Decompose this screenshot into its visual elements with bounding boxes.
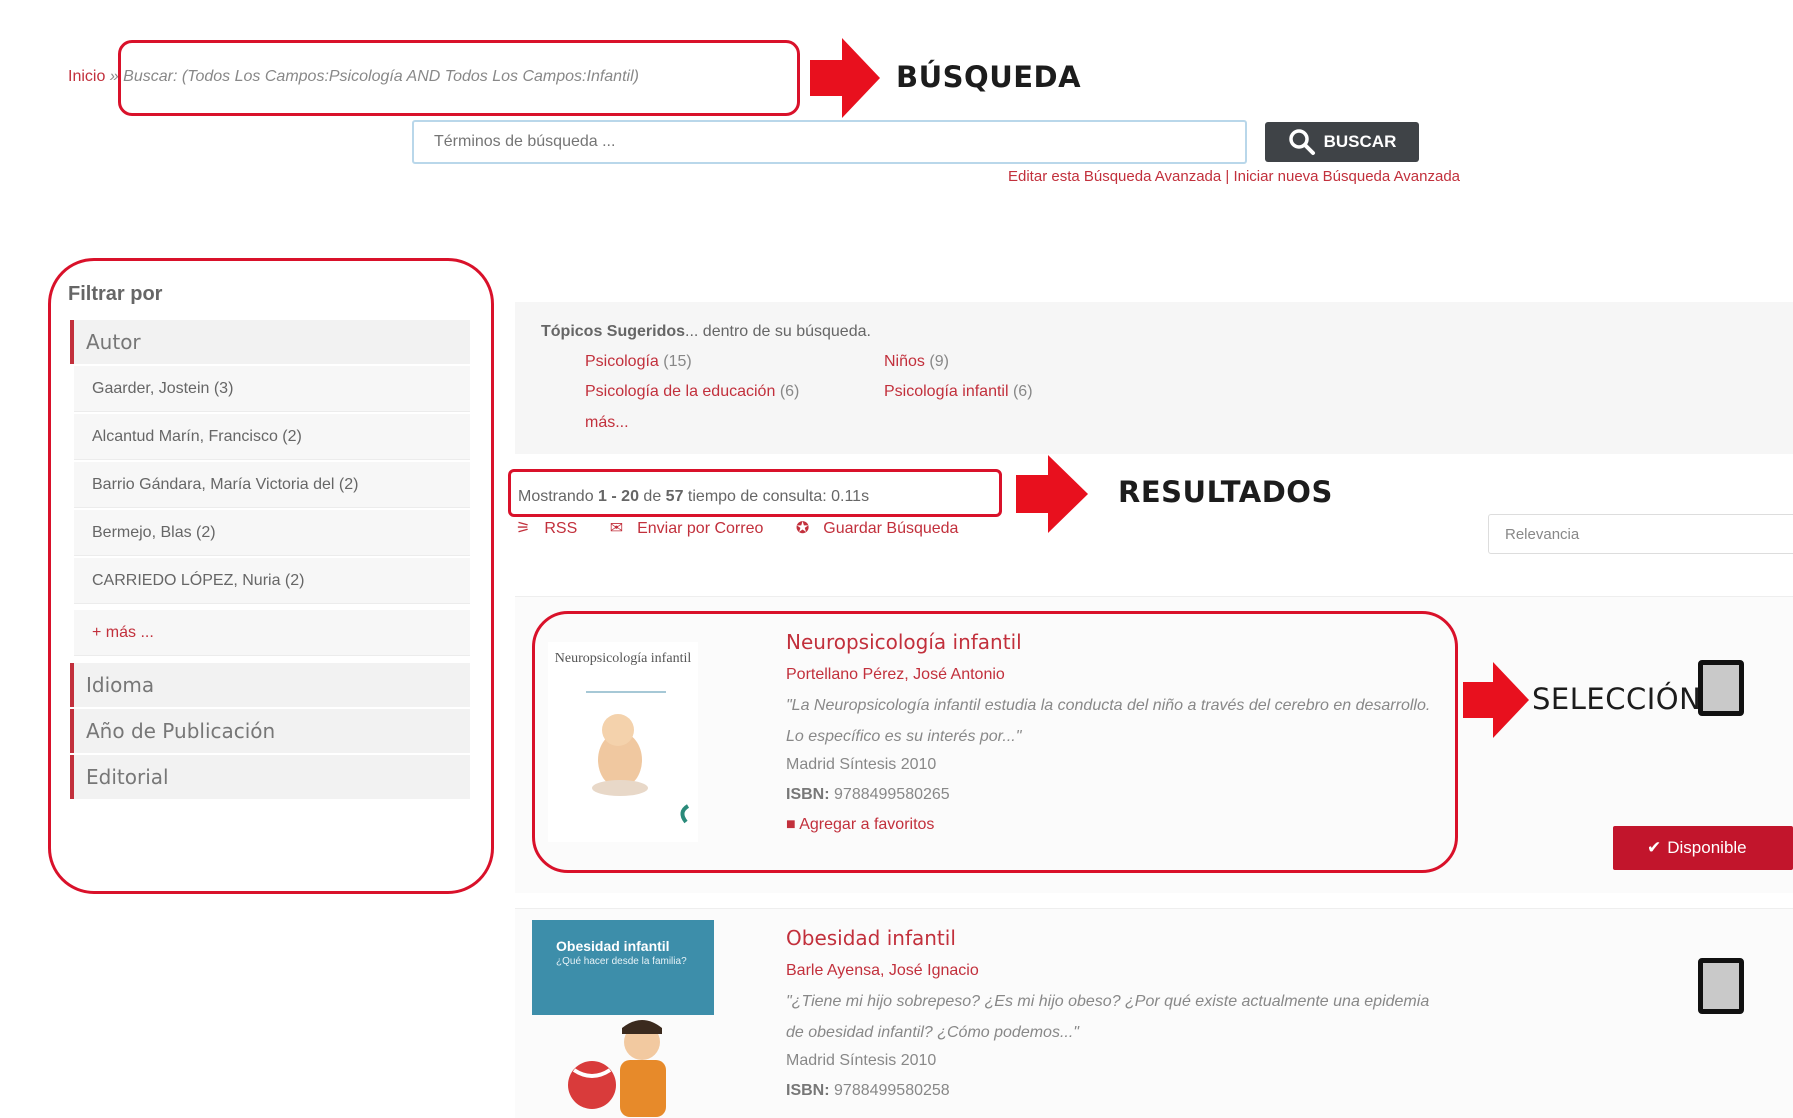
- suggested-topics-suffix: ... dentro de su búsqueda.: [685, 323, 871, 340]
- record-author-link[interactable]: Barle Ayensa, José Ignacio: [786, 962, 979, 980]
- record-publisher: Madrid Síntesis 2010: [786, 1052, 937, 1069]
- record-isbn: ISBN: 9788499580258: [786, 1082, 950, 1099]
- facet-author-item[interactable]: Barrio Gándara, María Victoria del (2): [74, 462, 470, 508]
- book-cover-subtitle: ¿Qué hacer desde la familia?: [556, 956, 687, 967]
- facet-language[interactable]: Idioma: [70, 663, 470, 707]
- facet-author[interactable]: Autor: [70, 320, 470, 364]
- facet-author-item[interactable]: CARRIEDO LÓPEZ, Nuria (2): [74, 558, 470, 604]
- breadcrumb-home-link[interactable]: Inicio: [68, 68, 105, 85]
- topic-link[interactable]: Niños (9): [884, 353, 949, 371]
- record-title-link[interactable]: Obesidad infantil: [786, 926, 956, 950]
- search-annotation-arrow: [810, 38, 880, 118]
- suggested-topics-intro: Tópicos Sugeridos... dentro de su búsque…: [541, 323, 871, 341]
- sort-select[interactable]: Relevancia: [1488, 514, 1793, 554]
- facet-author-item[interactable]: Bermejo, Blas (2): [74, 510, 470, 556]
- rss-icon: ⚞: [516, 520, 531, 537]
- selection-annotation-label: SELECCIÓN: [1532, 682, 1702, 716]
- search-annotation-outline: [118, 40, 800, 116]
- search-icon: [1288, 129, 1315, 155]
- email-link[interactable]: ✉ Enviar por Correo: [610, 520, 778, 537]
- new-advanced-search-link[interactable]: Iniciar nueva Búsqueda Avanzada: [1233, 168, 1460, 185]
- facet-year[interactable]: Año de Publicación: [70, 709, 470, 753]
- record-description: "¿Tiene mi hijo sobrepeso? ¿Es mi hijo o…: [786, 993, 1430, 1041]
- record-isbn: ISBN: 9788499580265: [786, 786, 950, 803]
- bookmark-icon: ■: [786, 816, 796, 833]
- edit-advanced-search-link[interactable]: Editar esta Búsqueda Avanzada: [1008, 168, 1221, 185]
- book-cover-neuropsicologia[interactable]: [548, 642, 698, 842]
- results-count: Mostrando 1 - 20 de 57 tiempo de consult…: [518, 488, 870, 505]
- links-separator: |: [1221, 168, 1234, 185]
- envelope-icon: ✉: [609, 520, 624, 537]
- topics-more-link[interactable]: más...: [585, 414, 629, 432]
- results-annotation-arrow: [1016, 455, 1090, 533]
- facet-author-item[interactable]: Alcantud Marín, Francisco (2): [74, 414, 470, 460]
- topic-link[interactable]: Psicología de la educación (6): [585, 383, 799, 401]
- record-author-link[interactable]: Portellano Pérez, José Antonio: [786, 666, 1005, 684]
- search-button[interactable]: BUSCAR: [1265, 122, 1419, 162]
- selection-annotation-arrow: [1463, 662, 1529, 738]
- facet-author-item[interactable]: Gaarder, Jostein (3): [74, 366, 470, 412]
- record-description: "La Neuropsicología infantil estudia la …: [786, 697, 1431, 745]
- record-1-select-checkbox[interactable]: [1698, 660, 1744, 716]
- record-2-select-checkbox[interactable]: [1698, 958, 1744, 1014]
- results-annotation-label: RESULTADOS: [1118, 475, 1333, 509]
- filter-title: Filtrar por: [68, 283, 163, 305]
- result-tools: ⚞ RSS ✉ Enviar por Correo ✪ Guardar Búsqued…: [516, 518, 986, 538]
- search-button-label: BUSCAR: [1323, 132, 1397, 151]
- add-to-favorites-link[interactable]: ■ Agregar a favoritos: [786, 816, 934, 834]
- suggested-topics-label: Tópicos Sugeridos: [541, 323, 686, 340]
- facet-publisher[interactable]: Editorial: [70, 755, 470, 799]
- record-publisher: Madrid Síntesis 2010: [786, 756, 937, 773]
- check-icon: ✔: [1647, 838, 1662, 857]
- book-cover-title: Obesidad infantil: [556, 938, 670, 954]
- search-input[interactable]: [412, 120, 1247, 164]
- book-cover-title: Neuropsicología infantil: [554, 651, 692, 666]
- advanced-search-links: Editar esta Búsqueda Avanzada | Iniciar …: [1008, 168, 1460, 185]
- topic-link[interactable]: Psicología infantil (6): [884, 383, 1033, 401]
- save-search-link[interactable]: ✪ Guardar Búsqueda: [796, 520, 973, 537]
- save-icon: ✪: [795, 520, 810, 537]
- available-button[interactable]: ✔ Disponible: [1613, 826, 1793, 870]
- facet-more-link[interactable]: + más ...: [74, 610, 470, 656]
- record-title-link[interactable]: Neuropsicología infantil: [786, 630, 1022, 654]
- search-annotation-label: BÚSQUEDA: [896, 60, 1082, 94]
- rss-link[interactable]: ⚞ RSS: [516, 520, 591, 537]
- topic-link[interactable]: Psicología (15): [585, 353, 692, 371]
